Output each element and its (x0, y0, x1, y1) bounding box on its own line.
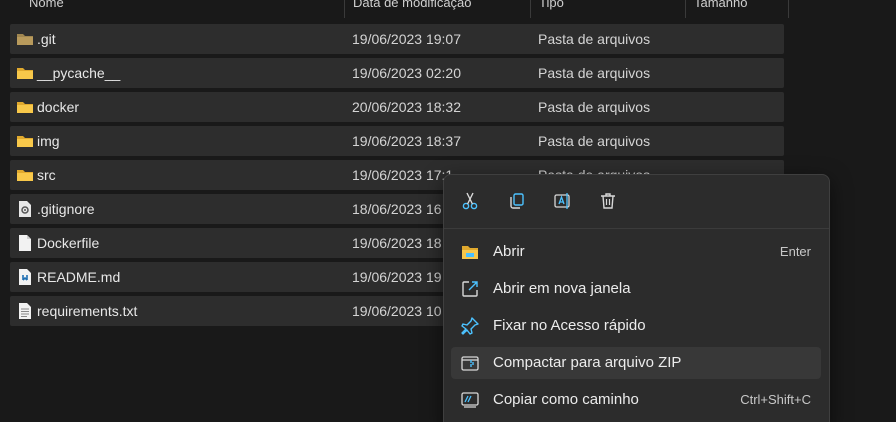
file-date: 18/06/2023 16 (352, 201, 442, 217)
file-name: Dockerfile (37, 235, 100, 251)
file-date: 19/06/2023 17:1 (352, 167, 454, 183)
open-folder-icon (460, 242, 480, 262)
copy-icon (507, 191, 527, 214)
cut-icon (460, 191, 480, 214)
file-name: .git (37, 31, 56, 47)
file-date: 19/06/2023 18:37 (352, 133, 461, 149)
column-header-date[interactable]: Data de modificação (345, 0, 531, 18)
column-header-name[interactable]: Nome (21, 0, 345, 18)
file-name: README.md (37, 269, 121, 285)
markdown-file-icon (16, 269, 34, 285)
menu-item-compress-zip[interactable]: Compactar para arquivo ZIP (451, 347, 821, 379)
file-icon (16, 235, 34, 251)
file-name: .gitignore (37, 201, 95, 217)
folder-icon (16, 167, 34, 183)
file-date: 19/06/2023 19 (352, 269, 442, 285)
menu-item-label: Abrir (493, 243, 525, 260)
settings-file-icon (16, 201, 34, 217)
file-type: Pasta de arquivos (538, 99, 651, 115)
file-date: 19/06/2023 10 (352, 303, 442, 319)
folder-dim-icon (16, 31, 34, 47)
quick-actions-bar (444, 175, 829, 229)
file-row-pycache[interactable]: __pycache__ 19/06/2023 02:20 Pasta de ar… (10, 58, 784, 88)
file-name: img (37, 133, 60, 149)
file-name: src (37, 167, 56, 183)
menu-item-shortcut: Ctrl+Shift+C (740, 392, 811, 407)
cut-button[interactable] (457, 189, 483, 215)
menu-item-shortcut: Enter (779, 244, 811, 259)
menu-item-label: Compactar para arquivo ZIP (493, 354, 682, 371)
menu-item-copy-path[interactable]: Copiar como caminho Ctrl+Shift+C (451, 384, 821, 416)
file-date: 19/06/2023 19:07 (352, 31, 461, 47)
column-header-bar: Nome Data de modificação Tipo Tamanho (0, 0, 896, 18)
file-date: 19/06/2023 18 (352, 235, 442, 251)
file-date: 19/06/2023 02:20 (352, 65, 461, 81)
menu-item-label: Abrir em nova janela (493, 280, 631, 297)
menu-item-open-new-window[interactable]: Abrir em nova janela (451, 273, 821, 305)
menu-item-open[interactable]: Abrir Enter (451, 236, 821, 268)
delete-button[interactable] (595, 189, 621, 215)
file-row-git[interactable]: .git 19/06/2023 19:07 Pasta de arquivos (10, 24, 784, 54)
menu-item-pin-quick-access[interactable]: Fixar no Acesso rápido (451, 310, 821, 342)
file-type: Pasta de arquivos (538, 31, 651, 47)
context-menu: Abrir Enter Abrir em nova janela Fixar n… (443, 174, 830, 422)
text-file-icon (16, 303, 34, 319)
pin-icon (460, 316, 480, 336)
menu-item-label: Copiar como caminho (493, 391, 639, 408)
folder-icon (16, 99, 34, 115)
file-type: Pasta de arquivos (538, 133, 651, 149)
delete-icon (598, 191, 618, 214)
file-name: __pycache__ (37, 65, 121, 81)
open-new-window-icon (460, 279, 480, 299)
column-header-size[interactable]: Tamanho (686, 0, 789, 18)
folder-icon (16, 65, 34, 81)
rename-button[interactable] (550, 189, 576, 215)
folder-icon (16, 133, 34, 149)
file-type: Pasta de arquivos (538, 65, 651, 81)
column-header-type[interactable]: Tipo (531, 0, 686, 18)
rename-icon (553, 191, 573, 214)
file-name: requirements.txt (37, 303, 138, 319)
copy-path-icon (460, 390, 480, 410)
copy-button[interactable] (504, 189, 530, 215)
zip-icon (460, 353, 480, 373)
file-date: 20/06/2023 18:32 (352, 99, 461, 115)
menu-item-label: Fixar no Acesso rápido (493, 317, 646, 334)
file-name: docker (37, 99, 80, 115)
file-row-docker[interactable]: docker 20/06/2023 18:32 Pasta de arquivo… (10, 92, 784, 122)
file-row-img[interactable]: img 19/06/2023 18:37 Pasta de arquivos (10, 126, 784, 156)
